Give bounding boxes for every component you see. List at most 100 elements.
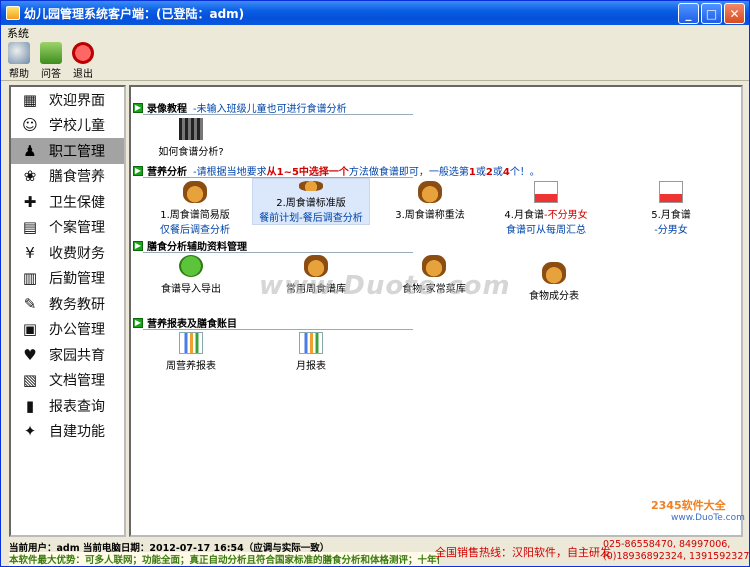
nutrition-option-2[interactable]: 2.周食谱标准版 餐前计划-餐后调查分析 [252,178,370,225]
chart-icon [179,332,203,354]
sidebar-item-1[interactable]: ☺ 学校儿童 [11,113,124,139]
divider [143,114,413,115]
film-icon [179,118,203,140]
sidebar-item-0[interactable]: ▦ 欢迎界面 [11,87,124,113]
sidebar-item-label: 个案管理 [49,220,105,237]
nutrition-option-1[interactable]: 1.周食谱简易版 仅餐后调查分析 [145,181,245,236]
status-bar: 当前用户：adm 当前电脑日期：2012-07-17 16:54（应调与实际一致… [5,539,750,566]
food-bowl-icon [418,181,442,203]
option-5-desc: -分男女 [654,225,688,236]
exit-button[interactable]: 退出 [69,42,97,80]
docs-icon: ▧ [22,371,38,390]
section-nutrition-title: 营养分析 [147,167,187,178]
sidebar-item-label: 膳食营养 [49,169,105,186]
sidebar: ▦ 欢迎界面 ☺ 学校儿童 ♟ 职工管理 ❀ 膳食营养 ✚ 卫生保健 ▤ 个案管理 ¥ 收费财务 ▥ 后勤管理… [9,85,126,537]
help-icon [8,42,30,64]
staff-icon: ♟ [23,141,37,160]
aux-item-import-export[interactable]: 食谱导入导出 [151,255,231,295]
sidebar-item-5[interactable]: ▤ 个案管理 [11,215,124,241]
phone-line-2: (0)18936892324, 13915923276 [603,551,750,562]
minimize-button[interactable]: _ [678,3,699,24]
sidebar-item-3[interactable]: ❀ 膳食营养 [11,164,124,190]
power-icon [72,42,94,64]
sidebar-item-label: 欢迎界面 [49,92,105,109]
case-icon: ▤ [22,218,38,237]
section-tutorial-header: ▶ 录像教程 -未输入班级儿童也可进行食谱分析 [133,100,347,115]
option-1-desc: 仅餐后调查分析 [160,225,230,236]
arrow-right-icon: ▶ [133,240,143,251]
qa-label: 问答 [41,69,61,80]
welcome-icon: ▦ [22,90,38,109]
qa-icon [40,42,62,64]
custom-icon: ✦ [23,422,37,441]
brand-logo: 2345软件大全 www.DuoTe.com [611,489,746,537]
maximize-button[interactable]: □ [701,3,722,24]
sidebar-item-12[interactable]: ▮ 报表查询 [11,393,124,419]
sidebar-item-4[interactable]: ✚ 卫生保健 [11,189,124,215]
logo-brand: 2345软件大全 [651,499,726,512]
tutorial-video-item[interactable]: 如何食谱分析? [151,118,231,158]
teaching-icon: ✎ [23,294,37,313]
status-phones: 025-86558470, 84997006, (0)18936892324, … [603,539,750,563]
app-icon [6,6,20,20]
report-monthly[interactable]: 月报表 [271,332,351,372]
nutrition-option-5[interactable]: 5.月食谱 -分男女 [631,181,711,236]
help-button[interactable]: 帮助 [5,42,33,80]
sidebar-item-11[interactable]: ▧ 文档管理 [11,368,124,394]
divider [143,329,413,330]
aux-item-label: 食谱导入导出 [161,284,221,295]
status-hotline: 全国销售热线：汉阳软件，自主研发 [435,546,611,559]
qa-button[interactable]: 问答 [37,42,65,80]
health-icon: ✚ [23,192,37,211]
report-icon: ▮ [25,396,35,415]
title-bar: 幼儿园管理系统客户端：(已登陆：adm) _ □ ✕ [1,1,749,25]
menu-bar: 系统 [1,25,749,41]
sidebar-item-2[interactable]: ♟ 职工管理 [11,138,124,164]
aux-item-food-composition[interactable]: 食物成分表 [509,262,599,302]
divider [143,252,413,253]
sidebar-item-13[interactable]: ✦ 自建功能 [11,419,124,445]
aux-item-label: 食物成分表 [529,291,579,302]
main-content: ▶ 录像教程 -未输入班级儿童也可进行食谱分析 如何食谱分析? ▶ 营养分析 -… [129,85,743,537]
food-bowl-icon [299,181,323,191]
sidebar-item-label: 卫生保健 [49,194,105,211]
option-3-title: 3.周食谱称重法 [395,210,465,221]
report-label: 周营养报表 [166,361,216,372]
arrow-right-icon: ▶ [133,102,143,113]
section-nutrition-hint: -请根据当地要求从1~5中选择一个方法做食谱即可，一般选第1或2或4个！。 [193,167,540,178]
sidebar-item-label: 学校儿童 [49,118,105,135]
sidebar-item-label: 报表查询 [49,398,105,415]
sidebar-item-label: 文档管理 [49,373,105,390]
sidebar-item-10[interactable]: ♥ 家园共育 [11,342,124,368]
menu-system[interactable]: 系统 [7,25,29,41]
sidebar-item-8[interactable]: ✎ 教务教研 [11,291,124,317]
help-label: 帮助 [9,69,29,80]
sidebar-item-label: 教务教研 [49,296,105,313]
recycle-icon [179,255,203,277]
section-reports-header: ▶ 营养报表及膳食账目 [133,315,237,330]
section-aux-header: ▶ 膳食分析辅助资料管理 [133,238,247,253]
sidebar-item-7[interactable]: ▥ 后勤管理 [11,266,124,292]
option-2-desc: 餐前计划-餐后调查分析 [259,213,363,224]
sidebar-item-label: 家园共育 [49,347,105,364]
close-button[interactable]: ✕ [724,3,745,24]
section-reports-title: 营养报表及膳食账目 [147,319,237,330]
sidebar-item-6[interactable]: ¥ 收费财务 [11,240,124,266]
vegetables-icon [542,262,566,284]
nutrition-option-3[interactable]: 3.周食谱称重法 [385,181,475,221]
nutrition-icon: ❀ [23,167,37,186]
sidebar-item-9[interactable]: ▣ 办公管理 [11,317,124,343]
nutrition-option-4[interactable]: 4.月食谱-不分男女 食谱可从每周汇总 [491,181,601,236]
watermark: www.Duote.com [259,271,511,301]
app-window: 幼儿园管理系统客户端：(已登陆：adm) _ □ ✕ 系统 帮助 问答 退出 ▦… [0,0,750,567]
family-icon: ♥ [23,345,37,364]
sidebar-item-label: 职工管理 [49,143,105,160]
office-icon: ▣ [22,320,38,339]
logo-sub: www.DuoTe.com [671,513,745,523]
report-weekly[interactable]: 周营养报表 [151,332,231,372]
option-4-title: 4.月食谱-不分男女 [504,210,588,221]
food-bowl-icon [183,181,207,203]
option-1-title: 1.周食谱简易版 [160,210,230,221]
sidebar-item-label: 后勤管理 [49,271,105,288]
tutorial-video-label: 如何食谱分析? [158,147,224,158]
